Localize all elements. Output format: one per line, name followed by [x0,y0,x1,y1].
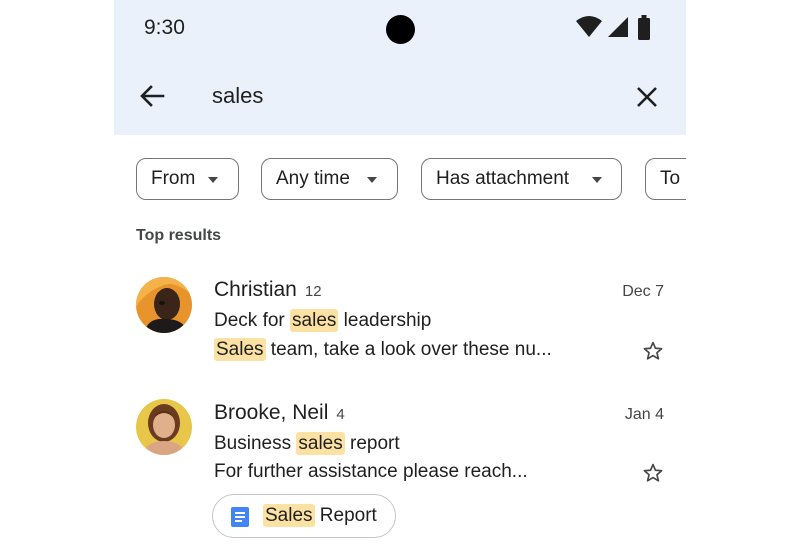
email-subject: Business sales report [214,432,400,455]
filter-chip-label: To [660,168,681,189]
email-snippet: Sales team, take a look over these nu... [214,338,552,361]
search-header: 9:30 sales [114,0,686,135]
section-title: Top results [136,227,222,244]
avatar [136,399,192,455]
search-highlight: sales [296,432,345,455]
email-date: Dec 7 [622,283,664,300]
search-highlight: Sales [263,504,315,527]
wifi-icon [576,16,602,37]
email-date: Jan 4 [624,406,664,423]
avatar [136,277,192,333]
dropdown-arrow-icon [208,177,218,183]
camera-cutout [386,15,415,44]
dropdown-arrow-icon [367,177,377,183]
email-row[interactable]: Brooke, Neil 4 Jan 4 Business sales repor… [114,393,686,553]
star-icon[interactable] [642,462,664,484]
filter-chip-from[interactable]: From [136,158,239,200]
filter-chip-has-attachment[interactable]: Has attachment [421,158,622,200]
search-highlight: sales [290,309,339,332]
status-time: 9:30 [144,16,185,39]
phone-screen: 9:30 sales From Any time Has attachment … [114,0,686,560]
filter-chip-label: Any time [276,168,350,189]
email-subject: Deck for sales leadership [214,309,432,332]
attachment-name: Sales Report [263,504,377,527]
signal-icon [608,17,628,37]
filter-chip-to[interactable]: To [645,158,686,200]
email-snippet: For further assistance please reach... [214,461,528,482]
search-query[interactable]: sales [212,83,263,109]
filter-chip-label: Has attachment [436,168,570,189]
sender-name: Brooke, Neil 4 [214,401,345,424]
back-arrow-icon[interactable] [136,80,168,112]
thread-count: 4 [336,406,345,423]
thread-count: 12 [304,283,322,300]
attachment-chip[interactable]: Sales Report [212,494,396,538]
google-docs-icon [231,507,249,527]
email-row[interactable]: Christian 12 Dec 7 Deck for sales leaders… [114,270,686,380]
search-highlight: Sales [214,338,266,361]
star-icon[interactable] [642,340,664,362]
close-icon[interactable] [634,84,660,110]
status-icons [576,15,656,41]
battery-icon [638,15,650,40]
dropdown-arrow-icon [592,177,602,183]
sender-name: Christian 12 [214,278,322,301]
filter-chip-any-time[interactable]: Any time [261,158,398,200]
filter-chip-label: From [151,168,196,189]
